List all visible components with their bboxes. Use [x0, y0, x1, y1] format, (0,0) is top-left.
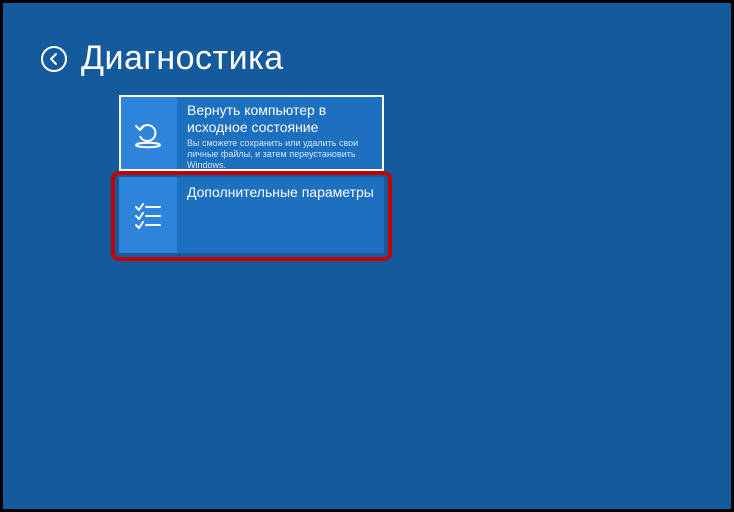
header: Диагностика: [41, 39, 284, 78]
reset-icon: [130, 115, 166, 151]
tile-reset-title: Вернуть компьютер в исходное состояние: [187, 102, 376, 136]
tile-advanced-icon-wrap: [119, 177, 177, 253]
troubleshoot-screen: Диагностика Вернуть компьютер в исходное…: [0, 0, 734, 512]
tile-reset-pc[interactable]: Вернуть компьютер в исходное состояние В…: [119, 95, 384, 171]
tile-advanced-title: Дополнительные параметры: [187, 184, 376, 201]
tile-list: Вернуть компьютер в исходное состояние В…: [119, 95, 384, 259]
checklist-icon: [131, 198, 165, 232]
back-button[interactable]: [41, 46, 67, 72]
tile-reset-desc: Вы сможете сохранить или удалить свои ли…: [187, 138, 376, 172]
page-title: Диагностика: [81, 39, 284, 78]
tile-reset-icon-wrap: [119, 95, 177, 171]
tile-advanced-options[interactable]: Дополнительные параметры: [119, 177, 384, 253]
tile-advanced-body: Дополнительные параметры: [177, 177, 384, 207]
tile-reset-body: Вернуть компьютер в исходное состояние В…: [177, 95, 384, 175]
arrow-left-icon: [47, 52, 61, 66]
